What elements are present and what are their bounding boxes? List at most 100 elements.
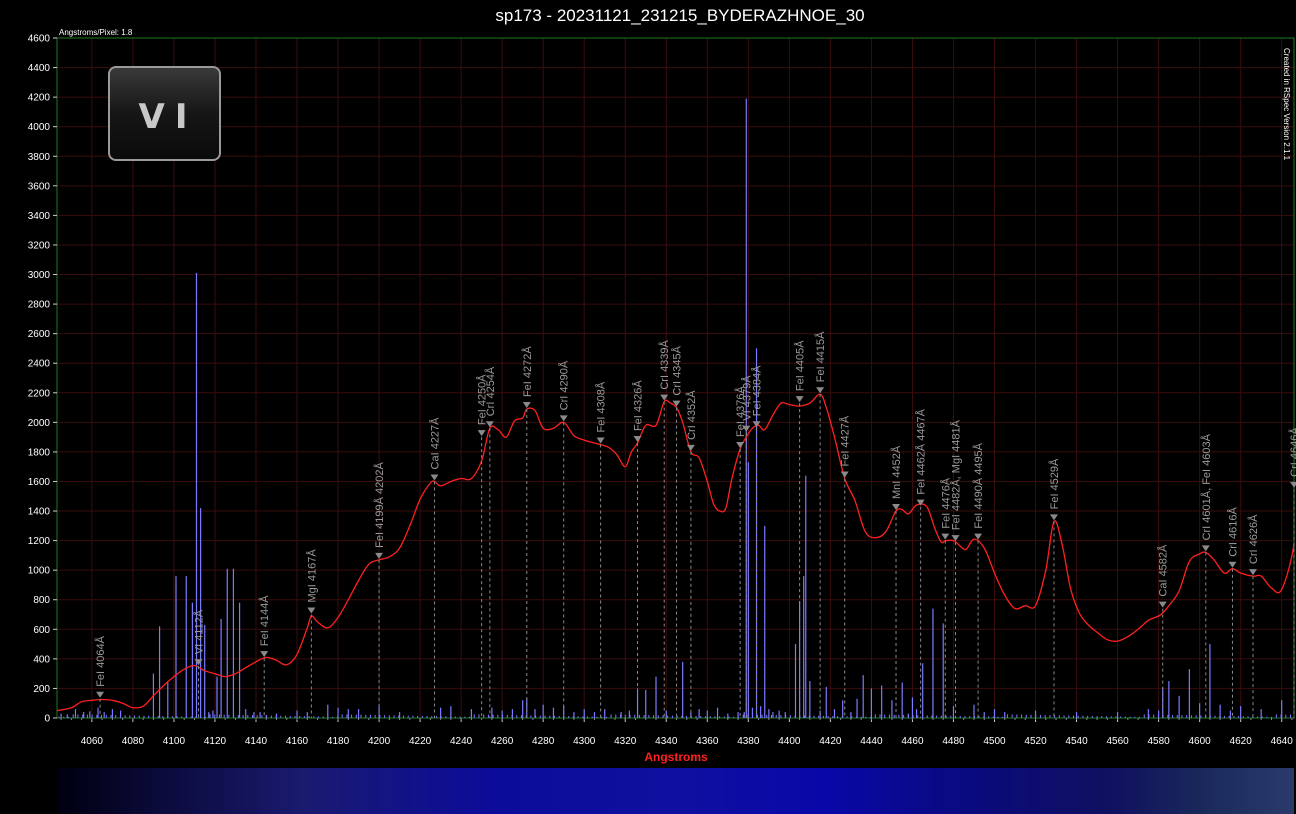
- line-marker-label: FeI 4199Å 4202Å: [373, 462, 386, 548]
- line-marker-triangle: [1049, 514, 1058, 521]
- line-marker-triangle: [1201, 545, 1210, 552]
- y-tick-label: 4000: [28, 122, 51, 133]
- badge: VI: [108, 66, 221, 161]
- y-tick-label: 2800: [28, 300, 51, 311]
- y-tick-label: 4600: [28, 34, 51, 45]
- x-tick-label: 4600: [1189, 736, 1212, 747]
- line-marker-triangle: [522, 402, 531, 409]
- line-marker-triangle: [633, 436, 642, 443]
- x-tick-label: 4520: [1024, 736, 1047, 747]
- x-tick-label: 4200: [368, 736, 391, 747]
- side-credit: Created in RSpec Version 2.1.1: [1282, 48, 1291, 161]
- x-tick-label: 4560: [1106, 736, 1129, 747]
- x-tick-label: 4340: [655, 736, 678, 747]
- x-tick-label: 4440: [860, 736, 883, 747]
- y-tick-label: 3400: [28, 211, 51, 222]
- line-marker-triangle: [686, 444, 695, 451]
- x-tick-label: 4120: [204, 736, 227, 747]
- line-marker-triangle: [596, 437, 605, 444]
- x-tick-label: 4620: [1230, 736, 1253, 747]
- y-tick-label: 200: [33, 684, 50, 695]
- x-tick-label: 4540: [1065, 736, 1088, 747]
- x-tick-label: 4480: [942, 736, 965, 747]
- x-tick-label: 4180: [327, 736, 350, 747]
- reference-bars: [58, 98, 1292, 718]
- line-marker-label: FeI 4482Å, MgI 4481Å: [950, 419, 963, 530]
- x-tick-label: 4240: [450, 736, 473, 747]
- y-tick-label: 1000: [28, 566, 51, 577]
- line-marker-triangle: [1290, 481, 1296, 488]
- line-marker-triangle: [477, 430, 486, 437]
- line-marker-triangle: [1158, 601, 1167, 608]
- y-tick-label: 3000: [28, 270, 51, 281]
- x-tick-label: 4640: [1271, 736, 1294, 747]
- x-tick-label: 4280: [532, 736, 555, 747]
- line-marker-label: FeI 4462Å 4467Å: [915, 408, 928, 494]
- line-marker-triangle: [375, 552, 384, 559]
- x-tick-label: 4100: [163, 736, 186, 747]
- x-tick-label: 4420: [819, 736, 842, 747]
- x-tick-label: 4060: [81, 736, 104, 747]
- x-tick-label: 4360: [696, 736, 719, 747]
- x-tick-label: 4460: [901, 736, 924, 747]
- line-marker-triangle: [430, 474, 439, 481]
- x-tick-label: 4400: [778, 736, 801, 747]
- line-marker-label: FeI 4490Å 4495Å: [972, 442, 985, 528]
- line-marker-label: CrI 4290Å: [558, 360, 571, 410]
- spectrum-profile: [56, 393, 1295, 712]
- line-marker-label: FeI 4427Å: [839, 415, 852, 466]
- y-tick-label: 2000: [28, 418, 51, 429]
- line-marker-triangle: [672, 400, 681, 407]
- line-marker-triangle: [941, 533, 950, 540]
- x-tick-label: 4500: [983, 736, 1006, 747]
- y-tick-label: 4200: [28, 93, 51, 104]
- line-marker-label: CrI 4345Å: [671, 345, 684, 395]
- line-marker-triangle: [559, 415, 568, 422]
- x-tick-label: 4300: [573, 736, 596, 747]
- line-marker-triangle: [96, 691, 105, 698]
- line-marker-label: FeI 4326Å: [632, 380, 645, 431]
- line-marker-label: CrI 4626Å: [1247, 514, 1260, 564]
- chart-title: sp173 - 20231121_231215_BYDERAZHNOE_30: [495, 6, 864, 25]
- line-marker-label: MnI 4452Å: [890, 445, 903, 499]
- line-marker-label: FeI 4405Å: [794, 340, 807, 391]
- y-tick-label: 2600: [28, 329, 51, 340]
- y-tick-label: 1200: [28, 536, 51, 547]
- line-marker-label: FeI 4144Å: [258, 595, 271, 646]
- y-tick-label: 600: [33, 625, 50, 636]
- line-marker-label: CrI 4601Å, FeI 4603Å: [1200, 433, 1213, 540]
- line-marker-label: CrI 4616Å: [1226, 507, 1239, 557]
- line-marker-triangle: [1248, 569, 1257, 576]
- line-marker-label: FeI 4308Å: [595, 381, 608, 432]
- y-tick-label: 3800: [28, 152, 51, 163]
- x-axis: 4060 4080 4100 4120 4140 4160 4180 4200 4220 4240…: [60, 718, 1294, 747]
- line-marker-triangle: [795, 396, 804, 403]
- y-tick-label: 4400: [28, 63, 51, 74]
- line-marker-label: VI 4112Å: [193, 609, 206, 654]
- y-tick-label: 2200: [28, 388, 51, 399]
- y-axis: 0 200 400 600 800 1000 1200 1400 1600 1800 2000 220…: [28, 34, 57, 725]
- x-tick-label: 4320: [614, 736, 637, 747]
- line-marker-label: CrI 4339Å: [658, 339, 671, 389]
- line-marker-triangle: [736, 441, 745, 448]
- line-marker-triangle: [307, 607, 316, 614]
- dispersion-label: Angstroms/Pixel: 1.8: [59, 28, 133, 37]
- line-marker-triangle: [1228, 561, 1237, 568]
- x-tick-label: 4080: [122, 736, 145, 747]
- profile-line: [56, 393, 1295, 712]
- line-marker-triangle: [840, 471, 849, 478]
- x-tick-label: 4580: [1147, 736, 1170, 747]
- y-tick-label: 3200: [28, 240, 51, 251]
- line-marker-triangle: [194, 659, 203, 666]
- y-tick-label: 400: [33, 654, 50, 665]
- spectrum-strip: [57, 768, 1294, 814]
- line-marker-label: CrI 4352Å: [685, 390, 698, 440]
- y-tick-label: 1400: [28, 507, 51, 518]
- spectrum-chart: sp173 - 20231121_231215_BYDERAZHNOE_30 A…: [28, 6, 1296, 814]
- line-marker-label: CaI 4227Å: [428, 417, 441, 470]
- line-marker-label: CrI 4646Å: [1288, 427, 1296, 477]
- line-marker-label: CrI 4254Å: [484, 366, 497, 416]
- badge-text: VI: [139, 97, 198, 137]
- y-tick-label: 1600: [28, 477, 51, 488]
- line-marker-label: FeI 4384Å: [751, 365, 764, 416]
